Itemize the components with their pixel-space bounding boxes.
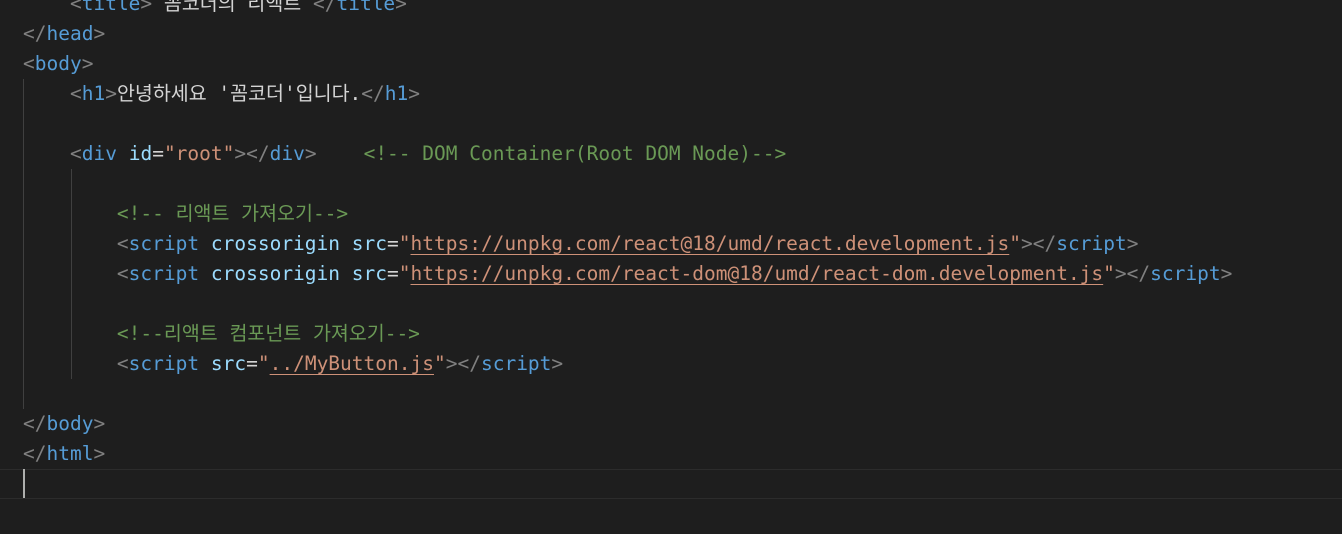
code-token: html <box>46 442 94 465</box>
code-token: > <box>395 0 407 15</box>
code-token: div <box>269 142 305 165</box>
code-token: > <box>1220 262 1233 285</box>
code-line[interactable]: <!-- 리액트 가져오기--> <box>23 199 348 229</box>
code-token: = <box>152 142 164 165</box>
code-editor[interactable]: <title> 꼼코더의 리액트 </title> </head> <body> <… <box>0 0 1342 534</box>
code-token: > <box>93 22 106 45</box>
code-token: < <box>69 0 82 15</box>
code-token: script <box>128 262 200 285</box>
code-token: > <box>551 352 564 375</box>
code-token: > <box>408 82 420 105</box>
code-line[interactable]: </body> <box>23 409 105 439</box>
code-token: script <box>480 352 552 375</box>
code-token: " <box>257 352 270 375</box>
code-token: < <box>116 232 129 255</box>
code-token: ></ <box>1114 262 1151 285</box>
code-token: > <box>304 142 317 165</box>
code-token: = <box>387 232 399 255</box>
code-token: title <box>336 0 396 15</box>
code-token: https://unpkg.com/react-dom@18/umd/react… <box>410 262 1104 285</box>
code-token: ></ <box>234 142 270 165</box>
text-cursor <box>23 469 25 498</box>
code-token: </ <box>312 0 337 15</box>
code-token: 안녕하세요 '꼼코더'입니다. <box>116 82 362 105</box>
code-token: " <box>1103 262 1115 285</box>
code-token: <!--리액트 컴포넌트 가져오기--> <box>116 322 420 345</box>
code-token: < <box>116 262 129 285</box>
code-token: div <box>81 142 117 165</box>
code-token: </ <box>23 412 47 435</box>
code-token: > <box>105 82 117 105</box>
code-token: h1 <box>384 82 409 105</box>
code-line[interactable]: <script src="../MyButton.js"></script> <box>23 349 563 379</box>
code-token: h1 <box>81 82 106 105</box>
code-token: id <box>128 142 153 165</box>
code-token: < <box>69 142 82 165</box>
code-token: crossorigin <box>210 232 341 255</box>
code-token: head <box>46 22 94 45</box>
code-token: ></ <box>445 352 481 375</box>
code-token: <!-- DOM Container(Root DOM Node)--> <box>363 142 787 165</box>
code-token: " <box>398 262 411 285</box>
code-token: > <box>93 412 106 435</box>
code-token: src <box>210 352 247 375</box>
code-token: body <box>46 412 94 435</box>
code-token: "root" <box>163 142 235 165</box>
code-token: < <box>69 82 82 105</box>
code-token: ></ <box>1021 232 1057 255</box>
code-line[interactable]: <div id="root"></div> <!-- DOM Container… <box>23 139 786 169</box>
code-token: src <box>351 232 387 255</box>
code-token: <!-- 리액트 가져오기--> <box>116 202 349 225</box>
code-token: < <box>23 52 35 75</box>
code-token: src <box>351 262 387 285</box>
code-token: = <box>387 262 399 285</box>
current-line-highlight <box>0 469 1342 499</box>
code-token: < <box>116 352 129 375</box>
code-token: ../MyButton.js <box>269 352 434 375</box>
code-token: " <box>433 352 446 375</box>
code-token: body <box>34 52 82 75</box>
code-token: " <box>398 232 411 255</box>
code-token: title <box>81 0 141 15</box>
code-line[interactable]: <h1>안녕하세요 '꼼코더'입니다.</h1> <box>23 79 420 109</box>
code-token: script <box>1056 232 1127 255</box>
code-token: > <box>140 0 153 15</box>
code-token: </ <box>23 22 47 45</box>
code-token: " <box>1009 232 1021 255</box>
code-token: https://unpkg.com/react@18/umd/react.dev… <box>410 232 1010 255</box>
code-token: > <box>1126 232 1139 255</box>
code-token: > <box>81 52 94 75</box>
code-line[interactable]: <script crossorigin src="https://unpkg.c… <box>23 229 1139 259</box>
code-line[interactable]: </head> <box>23 19 105 49</box>
code-token: script <box>1150 262 1221 285</box>
code-line[interactable]: </html> <box>23 439 105 469</box>
code-line[interactable]: <title> 꼼코더의 리액트 </title> <box>23 0 407 19</box>
code-token: </ <box>361 82 385 105</box>
code-line[interactable]: <body> <box>23 49 93 79</box>
code-token: > <box>93 442 106 465</box>
code-token: </ <box>23 442 47 465</box>
code-token: 꼼코더의 리액트 <box>152 0 313 15</box>
code-token: script <box>128 352 200 375</box>
code-token: crossorigin <box>210 262 341 285</box>
code-token: = <box>246 352 258 375</box>
code-line[interactable]: <script crossorigin src="https://unpkg.c… <box>23 259 1232 289</box>
code-line[interactable]: <!--리액트 컴포넌트 가져오기--> <box>23 319 420 349</box>
code-token: script <box>128 232 200 255</box>
